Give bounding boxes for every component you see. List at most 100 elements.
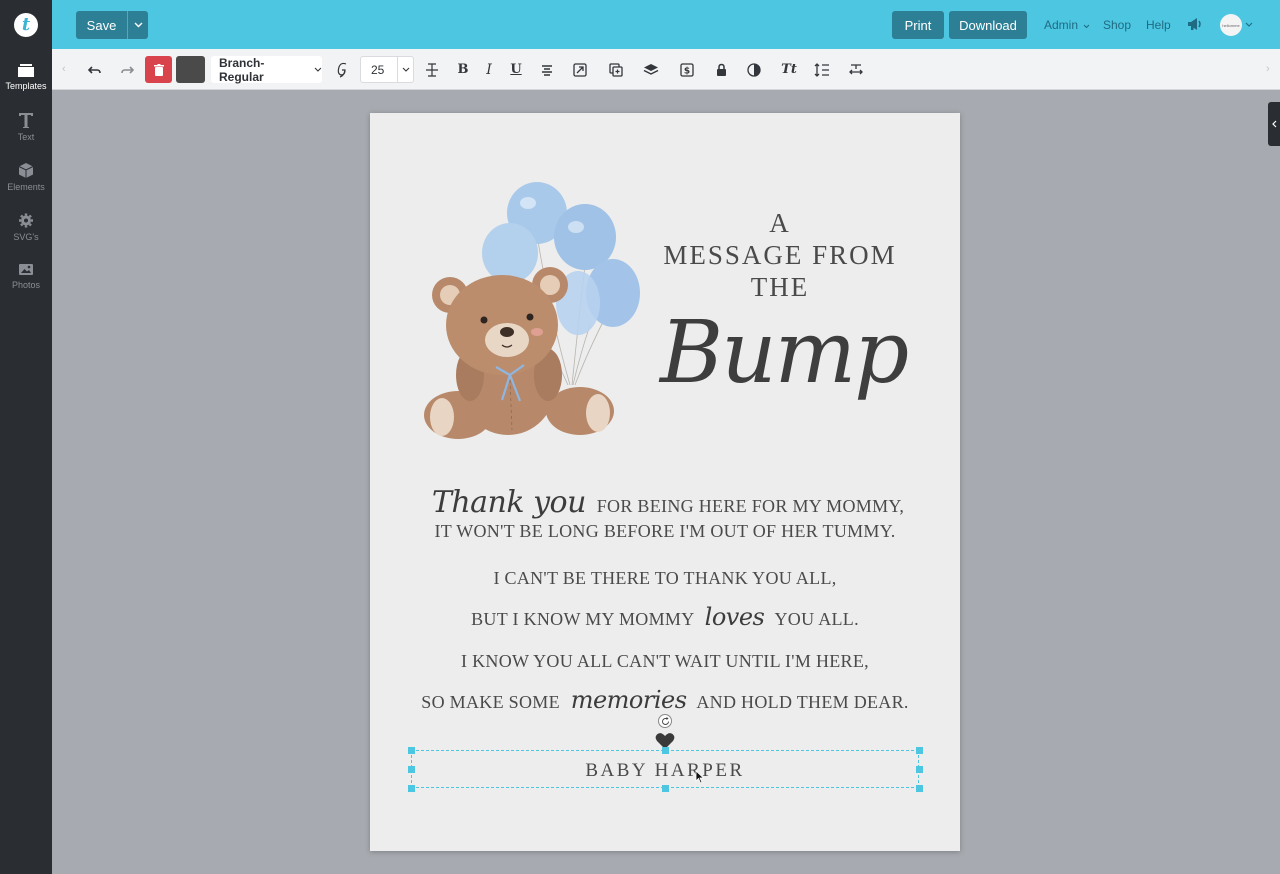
app-logo[interactable]: t <box>14 12 38 37</box>
poem-line-6-pre: SO MAKE SOME <box>421 692 560 712</box>
download-button[interactable]: Download <box>949 11 1027 39</box>
sidebar-item-label: Photos <box>11 280 41 290</box>
title-line-a[interactable]: A <box>640 208 920 239</box>
price-button[interactable]: $ <box>678 49 696 90</box>
baby-name-text[interactable]: BABY HARPER <box>411 760 919 782</box>
resize-handle-bottom[interactable] <box>662 785 669 792</box>
text-color-swatch[interactable] <box>176 56 205 83</box>
script-thank-you: Thank you <box>431 485 587 520</box>
font-family-select[interactable]: Branch-Regular <box>211 55 322 84</box>
mouse-cursor-icon <box>695 770 705 784</box>
sidebar-item-svgs[interactable]: SVG's <box>0 212 52 258</box>
opacity-icon <box>747 62 761 77</box>
poem-line-6-post: AND HOLD THEM DEAR. <box>696 692 909 712</box>
help-link[interactable]: Help <box>1146 18 1171 32</box>
print-button[interactable]: Print <box>892 11 944 39</box>
sidebar-item-label: SVG's <box>13 232 39 242</box>
lock-button[interactable] <box>712 49 730 90</box>
sidebar-item-label: Templates <box>5 81 47 91</box>
rotate-handle[interactable] <box>658 714 672 728</box>
font-style-icon <box>337 62 347 78</box>
resize-handle-bottom-left[interactable] <box>408 785 415 792</box>
resize-handle-top-right[interactable] <box>916 747 923 754</box>
resize-handle-bottom-right[interactable] <box>916 785 923 792</box>
font-size-input[interactable]: 25 <box>360 56 414 83</box>
opacity-button[interactable] <box>745 49 763 90</box>
right-panel-toggle[interactable] <box>1268 102 1280 146</box>
poem-line-4[interactable]: BUT I KNOW MY MOMMY loves YOU ALL. <box>370 603 960 631</box>
poem-line-1[interactable]: Thank you FOR BEING HERE FOR MY MOMMY, <box>370 485 960 520</box>
sidebar-item-elements[interactable]: Elements <box>0 162 52 208</box>
script-memories: memories <box>570 686 687 714</box>
title-script-bump[interactable]: Bump <box>660 303 909 403</box>
letter-spacing-icon <box>849 63 863 74</box>
photos-icon <box>19 264 33 275</box>
sidebar-item-text[interactable]: Text <box>0 112 52 158</box>
chevron-down-icon <box>402 67 409 72</box>
shop-link[interactable]: Shop <box>1103 18 1131 32</box>
redo-button[interactable] <box>118 49 136 90</box>
resize-handle-top[interactable] <box>662 747 669 754</box>
poem-line-4-post: YOU ALL. <box>774 609 859 629</box>
lock-icon <box>716 63 726 76</box>
text-height-icon <box>426 62 438 77</box>
admin-menu[interactable]: Admin <box>1044 18 1090 32</box>
duplicate-button[interactable] <box>607 49 625 90</box>
save-button[interactable]: Save <box>76 11 127 39</box>
font-size-dropdown[interactable] <box>397 57 413 82</box>
chevron-down-icon <box>1083 24 1090 29</box>
templates-icon <box>18 64 34 77</box>
poem-line-5[interactable]: I KNOW YOU ALL CAN'T WAIT UNTIL I'M HERE… <box>370 651 960 672</box>
font-size-value: 25 <box>371 62 385 77</box>
sidebar-item-templates[interactable]: Templates <box>0 63 52 109</box>
design-canvas-page[interactable]: A MESSAGE FROM THE Bump Thank you FOR BE… <box>370 113 960 851</box>
logo-area: t <box>0 0 52 49</box>
save-button-group: Save <box>76 11 148 39</box>
align-center-icon <box>542 64 552 76</box>
delete-button[interactable] <box>145 56 172 83</box>
sidebar-item-label: Elements <box>7 182 45 192</box>
undo-button[interactable] <box>86 49 104 90</box>
duplicate-icon <box>609 62 623 77</box>
line-height-button[interactable] <box>813 49 831 90</box>
text-height-button[interactable] <box>422 49 442 90</box>
align-button[interactable] <box>538 49 556 90</box>
balloon-highlight <box>520 197 536 209</box>
toolbar-scroll-left-icon[interactable]: ‹ <box>62 63 66 75</box>
resize-handle-top-left[interactable] <box>408 747 415 754</box>
italic-button[interactable]: I <box>480 49 498 90</box>
poem-line-3[interactable]: I CAN'T BE THERE TO THANK YOU ALL, <box>370 568 960 589</box>
layers-button[interactable] <box>642 49 660 90</box>
chevron-down-icon[interactable] <box>1245 22 1253 27</box>
title-line-message-from[interactable]: MESSAGE FROM <box>640 240 920 271</box>
sidebar-item-photos[interactable]: Photos <box>0 262 52 308</box>
teddy-bear-balloons-illustration[interactable] <box>410 175 650 450</box>
balloon <box>482 223 538 283</box>
chevron-left-icon <box>1271 120 1276 128</box>
resize-icon <box>573 62 587 77</box>
megaphone-icon[interactable] <box>1186 15 1204 33</box>
title-line-the[interactable]: THE <box>640 272 920 303</box>
poem-line-2[interactable]: IT WON'T BE LONG BEFORE I'M OUT OF HER T… <box>370 521 960 542</box>
top-bar: t Save Print Download Admin Shop Help he… <box>0 0 1280 49</box>
save-options-dropdown[interactable] <box>127 11 148 39</box>
undo-icon <box>88 65 101 74</box>
sidebar-item-label: Text <box>17 132 35 142</box>
font-family-value: Branch-Regular <box>219 55 265 84</box>
admin-label: Admin <box>1044 18 1079 32</box>
font-style-button[interactable] <box>332 49 352 90</box>
line-height-icon <box>814 62 829 77</box>
avatar[interactable]: hellomme <box>1220 14 1242 36</box>
svg-text:$: $ <box>684 66 690 76</box>
poem-line-6[interactable]: SO MAKE SOME memories AND HOLD THEM DEAR… <box>370 686 960 714</box>
text-transform-button[interactable]: Tt <box>778 49 800 90</box>
poem-line-1-text: FOR BEING HERE FOR MY MOMMY, <box>596 496 905 516</box>
resize-button[interactable] <box>571 49 589 90</box>
toolbar-scroll-right-icon[interactable]: › <box>1266 63 1270 75</box>
left-sidebar: Templates Text Elements SVG's Photos <box>0 49 52 874</box>
trash-icon <box>153 63 164 76</box>
gear-icon <box>19 213 33 228</box>
bold-button[interactable]: B <box>454 49 472 90</box>
letter-spacing-button[interactable] <box>847 49 865 90</box>
underline-button[interactable]: U <box>507 49 525 90</box>
